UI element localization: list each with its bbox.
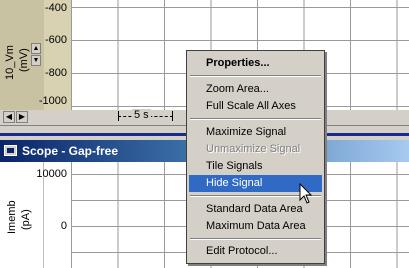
menu-item-properties[interactable]: Properties...: [189, 55, 322, 72]
timescale-label: 5 s: [132, 109, 151, 121]
menu-item-maximum-data-area[interactable]: Maximum Data Area: [189, 218, 322, 235]
scope-title: Scope - Gap-free: [22, 144, 119, 158]
upper-y-label-strip: 10_Vm (mV) ▲ ▼: [0, 0, 44, 110]
upper-y-label-name: 10_Vm: [4, 45, 16, 80]
context-menu: Properties... Zoom Area... Full Scale Al…: [186, 50, 325, 264]
upper-y-axis: [44, 0, 71, 110]
upper-tick-label: -1000: [38, 95, 67, 107]
upper-y-label: 10_Vm: [4, 45, 16, 80]
menu-item-tile-signals[interactable]: Tile Signals: [189, 158, 322, 175]
menu-separator: [190, 75, 321, 77]
lower-tick-label: 10000: [36, 168, 67, 180]
menu-item-unmaximize-signal: Unmaximize Signal: [206, 143, 301, 155]
arrow-right-icon[interactable]: ▶: [16, 111, 28, 123]
menu-item-zoom-area[interactable]: Zoom Area...: [189, 81, 322, 98]
upper-tick-label: -400: [44, 2, 67, 14]
triangle-down-icon[interactable]: ▼: [31, 55, 41, 66]
menu-separator: [190, 118, 321, 120]
scope-window-icon: [4, 145, 17, 156]
lower-y-label-name: Imemb: [6, 200, 18, 234]
lower-y-label: Imemb: [6, 200, 18, 234]
menu-item-full-scale[interactable]: Full Scale All Axes: [189, 98, 322, 115]
menu-separator: [190, 238, 321, 240]
menu-item-edit-protocol[interactable]: Edit Protocol...: [189, 243, 322, 260]
upper-tick-label: -800: [44, 67, 67, 79]
arrow-left-icon[interactable]: ◀: [3, 111, 15, 123]
timescale-bar: 5 s: [118, 109, 173, 123]
lower-tick-label: 0: [60, 220, 67, 232]
menu-item-maximize-signal[interactable]: Maximize Signal: [189, 124, 322, 141]
upper-tick-label: -600: [44, 34, 67, 46]
mouse-pointer-icon: [299, 183, 313, 204]
